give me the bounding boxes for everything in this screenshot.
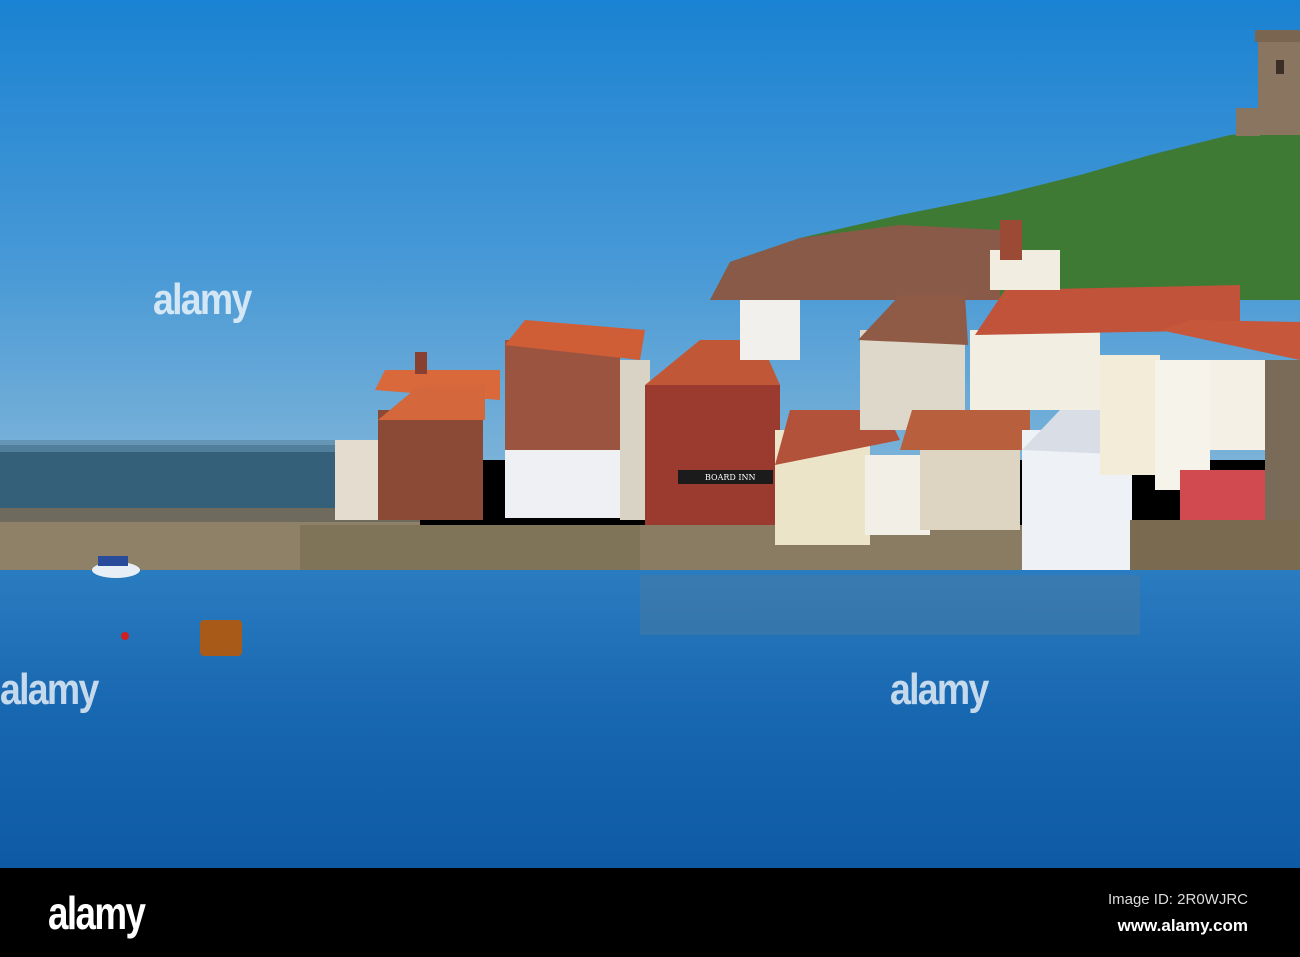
image-id: Image ID: 2R0WJRC (1107, 891, 1248, 908)
red-buoy (121, 632, 129, 640)
water-reflection (640, 575, 1140, 635)
mooring-buoy (200, 620, 242, 656)
watermark: alamy (0, 665, 99, 714)
footer-bar: alamy Image ID: 2R0WJRC www.alamy.com (0, 868, 1300, 957)
alamy-logo: alamy (48, 887, 146, 939)
stock-photo: BOARD INN alamy alamy alamy alamy Image … (0, 0, 1300, 957)
website-link[interactable]: www.alamy.com (1118, 916, 1248, 936)
watermark: alamy (890, 665, 989, 714)
inn-sign: BOARD INN (705, 473, 756, 482)
watermark: alamy (153, 275, 252, 324)
harbour-photo: BOARD INN (0, 0, 1300, 868)
